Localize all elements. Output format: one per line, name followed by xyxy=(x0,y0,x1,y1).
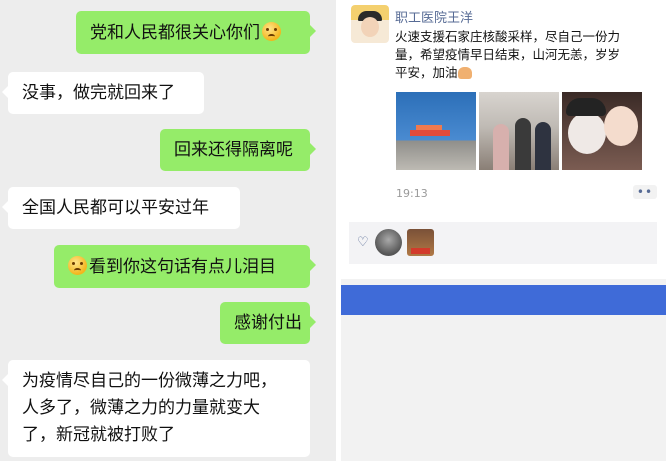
message-line: 了，新冠就被打败了 xyxy=(22,425,175,445)
post-text: 火速支援石家庄核酸采样，尽自己一份力 量，希望疫情早日结束，山河无恙，岁岁 平安… xyxy=(395,28,657,82)
message-self[interactable]: 感谢付出 xyxy=(220,302,316,344)
post-time: 19:13 xyxy=(396,187,428,200)
author-name[interactable]: 职工医院王洋 xyxy=(395,7,473,26)
message-self[interactable]: 看到你这句话有点儿泪目 xyxy=(54,245,316,288)
moments-panel: 职工医院王洋 火速支援石家庄核酸采样，尽自己一份力 量，希望疫情早日结束，山河无… xyxy=(341,0,666,461)
heart-icon: ♡ xyxy=(357,235,369,250)
bottom-bar xyxy=(341,285,666,315)
message-text: 看到你这句话有点儿泪目 xyxy=(89,257,276,277)
message-line: 人多了，微薄之力的力量就变大 xyxy=(22,398,260,418)
post-text-line: 平安，加油 xyxy=(395,65,458,80)
post-text-line: 火速支援石家庄核酸采样，尽自己一份力 xyxy=(395,29,621,44)
post-text-line: 量，希望疫情早日结束，山河无恙，岁岁 xyxy=(395,47,621,62)
message-text: 感谢付出 xyxy=(234,313,302,333)
post-photo[interactable] xyxy=(479,92,559,170)
message-other[interactable]: 没事，做完就回来了 xyxy=(2,72,204,114)
message-other[interactable]: 全国人民都可以平安过年 xyxy=(2,187,240,229)
message-self[interactable]: 党和人民都很关心你们 xyxy=(76,11,316,54)
message-self[interactable]: 回来还得隔离呢 xyxy=(160,129,316,171)
post-photo[interactable] xyxy=(396,92,476,170)
message-text: 回来还得隔离呢 xyxy=(174,140,293,160)
crying-face-icon xyxy=(68,256,87,275)
liker-avatar[interactable] xyxy=(407,229,434,256)
avatar[interactable] xyxy=(351,5,389,43)
post-photo[interactable] xyxy=(562,92,642,170)
likes-section: ♡ xyxy=(349,222,657,264)
message-text: 党和人民都很关心你们 xyxy=(90,23,260,43)
message-other[interactable]: 为疫情尽自己的一份微薄之力吧， 人多了，微薄之力的力量就变大 了，新冠就被打败了 xyxy=(2,360,310,457)
flexed-biceps-icon xyxy=(457,67,472,79)
chat-panel: 党和人民都很关心你们 没事，做完就回来了 回来还得隔离呢 全国人民都可以平安过年… xyxy=(0,0,336,461)
more-dots-icon[interactable]: •• xyxy=(633,185,657,199)
message-text: 没事，做完就回来了 xyxy=(22,83,175,103)
liker-avatar[interactable] xyxy=(375,229,402,256)
crying-face-icon xyxy=(262,22,281,41)
moments-post: 职工医院王洋 火速支援石家庄核酸采样，尽自己一份力 量，希望疫情早日结束，山河无… xyxy=(341,0,666,279)
message-line: 为疫情尽自己的一份微薄之力吧， xyxy=(22,371,277,391)
message-text: 全国人民都可以平安过年 xyxy=(22,198,209,218)
